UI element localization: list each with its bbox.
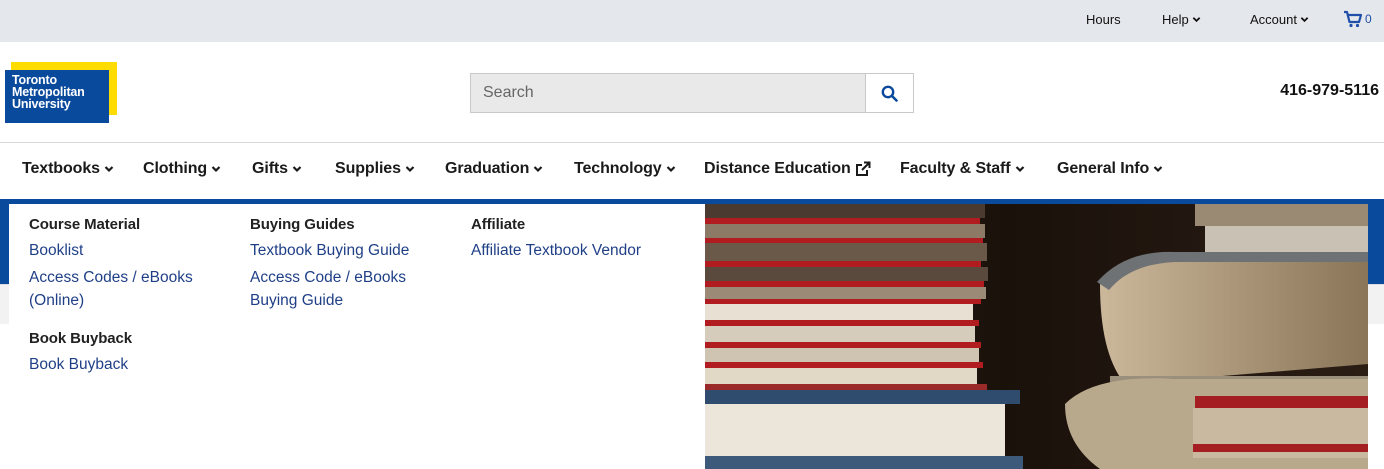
nav-label: Faculty & Staff <box>900 160 1011 177</box>
access-codes-link[interactable]: Access Codes / eBooks (Online) <box>29 266 219 312</box>
university-logo[interactable]: Toronto Metropolitan University <box>5 62 117 123</box>
course-material-heading: Course Material <box>29 216 141 233</box>
chevron-down-icon <box>211 166 221 173</box>
affiliate-heading: Affiliate <box>471 216 526 233</box>
nav-faculty-staff[interactable]: Faculty & Staff <box>900 160 1025 178</box>
books-promo-image <box>705 204 1368 469</box>
nav-gifts[interactable]: Gifts <box>252 160 302 178</box>
chevron-down-icon <box>1153 166 1163 173</box>
search-icon <box>881 85 898 102</box>
chevron-down-icon <box>1015 166 1024 173</box>
book-buyback-heading: Book Buyback <box>29 330 132 347</box>
cart-icon <box>1344 10 1363 28</box>
account-label: Account <box>1250 12 1297 27</box>
logo-blue-block: Toronto Metropolitan University <box>5 70 109 123</box>
menu-column-course-material: Course Material Booklist Access Codes / … <box>29 216 229 380</box>
menu-column-buying-guides: Buying Guides Textbook Buying Guide Acce… <box>250 216 450 316</box>
affiliate-vendor-link[interactable]: Affiliate Textbook Vendor <box>471 239 691 262</box>
cart-button[interactable]: 0 <box>1343 10 1372 28</box>
chevron-down-icon <box>405 166 415 173</box>
external-link-icon <box>855 161 871 176</box>
book-buyback-link[interactable]: Book Buyback <box>29 353 229 376</box>
nav-label: Technology <box>574 160 662 177</box>
main-nav: Textbooks Clothing Gifts Supplies Gradua… <box>0 143 1384 199</box>
cart-count: 0 <box>1365 12 1372 26</box>
booklist-link[interactable]: Booklist <box>29 239 229 262</box>
chevron-down-icon <box>666 166 675 173</box>
nav-supplies[interactable]: Supplies <box>335 160 415 178</box>
nav-label: Textbooks <box>22 160 100 177</box>
background-banner-right <box>1368 204 1384 284</box>
books-illustration <box>705 204 1368 469</box>
menu-column-affiliate: Affiliate Affiliate Textbook Vendor <box>471 216 691 266</box>
access-code-buying-guide-link[interactable]: Access Code / eBooks Buying Guide <box>250 266 425 312</box>
utility-bar: Hours Help Account 0 <box>0 0 1384 42</box>
nav-label: Distance Education <box>704 160 851 177</box>
hours-label: Hours <box>1086 12 1121 27</box>
chevron-down-icon <box>292 166 302 173</box>
chevron-down-icon <box>104 166 114 173</box>
nav-graduation[interactable]: Graduation <box>445 160 543 178</box>
account-menu[interactable]: Account <box>1250 12 1309 27</box>
textbook-buying-guide-link[interactable]: Textbook Buying Guide <box>250 239 450 262</box>
chevron-down-icon <box>1300 17 1309 23</box>
nav-label: General Info <box>1057 160 1150 177</box>
buying-guides-heading: Buying Guides <box>250 216 355 233</box>
help-label: Help <box>1162 12 1189 27</box>
chevron-down-icon <box>1192 17 1201 23</box>
search-input[interactable] <box>471 74 865 112</box>
search-bar <box>470 73 914 113</box>
nav-distance-education[interactable]: Distance Education <box>704 160 871 178</box>
nav-label: Graduation <box>445 160 530 177</box>
nav-label: Gifts <box>252 160 288 177</box>
background-banner-left <box>0 204 9 284</box>
nav-label: Clothing <box>143 160 208 177</box>
help-menu[interactable]: Help <box>1162 12 1201 27</box>
background-strip-left <box>0 284 9 324</box>
logo-line-3: University <box>12 97 71 111</box>
nav-clothing[interactable]: Clothing <box>143 160 221 178</box>
nav-textbooks[interactable]: Textbooks <box>22 160 114 178</box>
site-header: Toronto Metropolitan University 416-979-… <box>0 42 1384 143</box>
nav-general-info[interactable]: General Info <box>1057 160 1163 178</box>
nav-label: Supplies <box>335 160 401 177</box>
hours-link[interactable]: Hours <box>1086 12 1121 27</box>
background-strip-right <box>1368 284 1384 324</box>
search-button[interactable] <box>865 74 913 112</box>
chevron-down-icon <box>534 166 543 173</box>
nav-technology[interactable]: Technology <box>574 160 676 178</box>
phone-number: 416-979-5116 <box>1280 82 1379 99</box>
